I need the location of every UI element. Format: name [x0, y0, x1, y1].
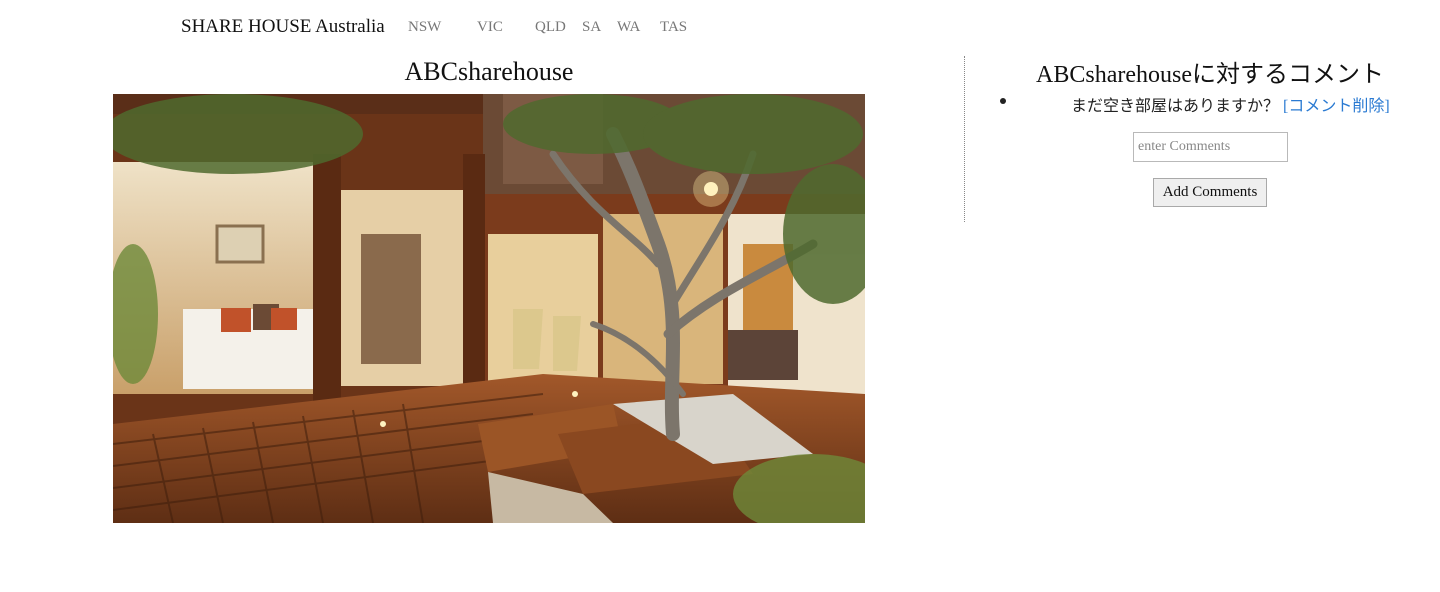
comments-title: ABCsharehouseに対するコメント — [1036, 62, 1384, 88]
listing-title: ABCsharehouse — [404, 57, 574, 86]
comment-body: まだ空き部屋はありますか？ — [1071, 98, 1280, 115]
comment-input[interactable] — [1133, 132, 1288, 162]
nav-link-nsw[interactable]: NSW — [408, 19, 441, 36]
delete-comment-link[interactable]: [コメント削除] — [1283, 98, 1390, 115]
listing-photo — [113, 94, 865, 523]
comment-list: まだ空き部屋はありますか？ [コメント削除] — [1000, 92, 1400, 116]
add-comments-button[interactable]: Add Comments — [1153, 178, 1267, 207]
nav-link-qld[interactable]: QLD — [535, 19, 566, 36]
comment-text: まだ空き部屋はありますか？ [コメント削除] — [1071, 92, 1390, 116]
site-brand[interactable]: SHARE HOUSE Australia — [181, 16, 385, 38]
bullet-icon — [1000, 98, 1006, 104]
list-item: まだ空き部屋はありますか？ [コメント削除] — [1000, 92, 1400, 116]
nav-link-vic[interactable]: VIC — [477, 19, 503, 36]
nav-link-wa[interactable]: WA — [617, 19, 640, 36]
nav-link-tas[interactable]: TAS — [660, 19, 687, 36]
column-divider — [964, 56, 965, 222]
nav-link-sa[interactable]: SA — [582, 19, 601, 36]
